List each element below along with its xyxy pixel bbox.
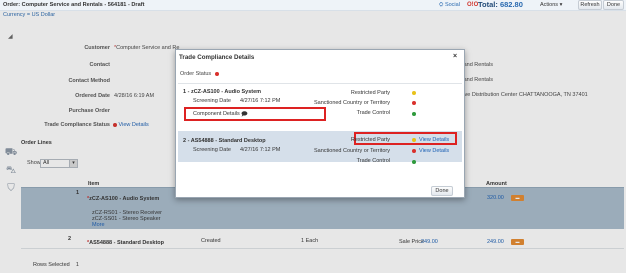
chevron-down-icon: ▾ (559, 2, 563, 8)
status-red-icon (412, 149, 416, 153)
done-button[interactable]: Done (603, 0, 624, 10)
comment-icon[interactable]: 🗩 (241, 110, 248, 120)
status-green-icon (412, 112, 416, 116)
social-link[interactable]: ⛭ Social (439, 2, 460, 9)
order-status: Order Status (180, 71, 219, 77)
oracle-logo-icon: O!O (467, 2, 479, 8)
restricted-party-label: Restricted Party (350, 90, 390, 96)
status-yellow-icon (412, 91, 416, 95)
status-red-icon (412, 101, 416, 105)
screening-date-label: Screening Date (193, 98, 231, 104)
social-icon: ⛭ (439, 2, 444, 8)
total-label: Total: (478, 0, 498, 9)
dialog-title: Trade Compliance Details (179, 54, 255, 61)
line-title: 2 - AS54888 - Standard Desktop (183, 138, 266, 144)
restricted-party-label: Restricted Party (350, 137, 390, 143)
order-status-label: Order Status (180, 71, 212, 77)
social-label: Social (444, 2, 460, 8)
close-icon[interactable]: × (453, 53, 457, 60)
order-total: Total: 682.80 (478, 0, 523, 9)
line-title: 1 - zCZ-AS100 - Audio System (183, 89, 262, 95)
sanctioned-country-label: Sanctioned Country or Territory (313, 100, 390, 106)
actions-label: Actions (540, 2, 559, 8)
screening-date-label: Screening Date (193, 147, 231, 153)
actions-menu[interactable]: Actions ▾ (540, 2, 562, 8)
refresh-button[interactable]: Refresh (578, 0, 602, 10)
view-details-link[interactable]: View Details (419, 148, 449, 154)
total-value: 682.80 (499, 0, 523, 9)
trade-control-label: Trade Control (356, 110, 390, 116)
trade-compliance-dialog: Trade Compliance Details × Order Status … (175, 49, 465, 198)
component-details-label: Component Details (193, 111, 240, 117)
page-title: Order: Computer Service and Rentals - 56… (3, 2, 145, 8)
dialog-done-button[interactable]: Done (431, 186, 453, 196)
view-details-link[interactable]: View Details (419, 137, 449, 143)
sanctioned-country-label: Sanctioned Country or Territory (313, 148, 390, 154)
status-red-icon (214, 71, 219, 76)
trade-control-label: Trade Control (356, 158, 390, 164)
status-green-icon (412, 160, 416, 164)
status-yellow-icon (412, 138, 416, 142)
